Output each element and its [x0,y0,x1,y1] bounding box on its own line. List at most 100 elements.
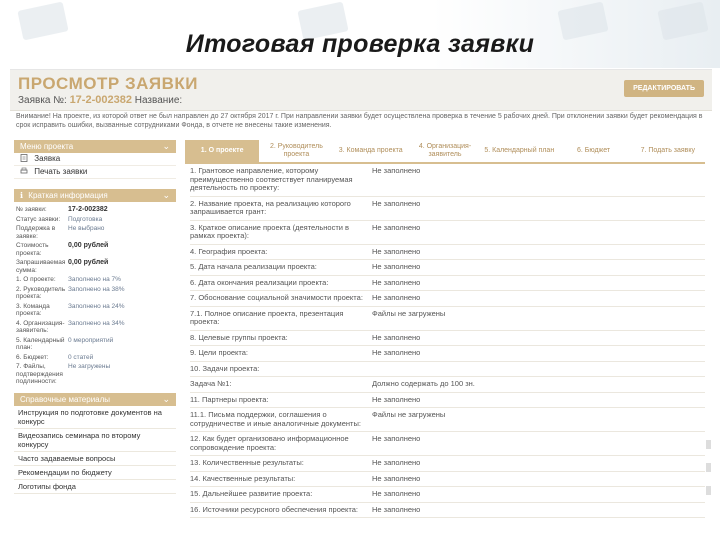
field-label: 1. Грантовое направление, которому преим… [190,166,353,192]
info-key: Статус заявки: [16,215,61,223]
menu-panel-title: Меню проекта [20,142,74,151]
field-value: Не заполнено [372,348,421,357]
info-key: Стоимость проекта: [16,242,49,257]
print-icon [20,167,28,174]
info-key: 7. Файлы, подтверждения подлинности: [16,363,63,385]
info-row: 7. Файлы, подтверждения подлинности: Не з… [14,362,176,387]
field-label: 8. Целевые группы проекта: [190,332,288,342]
info-row: № заявки: 17-2-002382 [14,205,176,215]
section-tabs: 1. О проекте 2. Руководитель проекта 3. Ко… [185,140,705,164]
field-label: 6. Дата окончания реализации проекта: [190,277,329,287]
tab-2[interactable]: 2. Руководитель проекта [259,140,333,162]
references-panel-header[interactable]: Справочные материалы ⌄ [14,392,176,406]
reference-link[interactable]: Рекомендации по бюджету [14,466,176,480]
application-label: Заявка №: [18,95,67,106]
form-row: 3. Краткое описание проекта (деятельност… [190,221,705,245]
menu-item-label: Заявка [34,154,61,163]
page-title: ПРОСМОТР ЗАЯВКИ [18,74,198,93]
field-value: Не заполнено [372,504,421,514]
form-row: 9. Цели проекта: Не заполнено [190,346,705,362]
slide-title: Итоговая проверка заявки [185,30,535,58]
field-label: 9. Цели проекта: [190,348,249,357]
scroll-marker[interactable] [706,463,711,472]
form-row: 14. Качественные результаты: Не заполнено [190,472,705,487]
info-list: № заявки: 17-2-002382 Статус заявки: Подгот… [14,202,176,393]
field-label: 11. Партнеры проекта: [190,394,269,404]
form-row: 8. Целевые группы проекта: Не заполнено [190,331,705,346]
menu-item-application[interactable]: Заявка [14,153,176,166]
tab-1[interactable]: 1. О проекте [185,140,260,162]
field-value: Файлы не загружены [372,308,446,318]
scroll-marker[interactable] [706,486,711,495]
field-label: 4. География проекта: [190,246,268,256]
menu-panel-header[interactable]: Меню проекта ⌄ [14,140,176,153]
form-row: 16. Источники ресурсного обеспечения про… [190,503,705,518]
field-label: 3. Краткое описание проекта (деятельност… [190,222,350,240]
tab-6[interactable]: 6. Бюджет [556,140,630,162]
info-value: 0,00 рублей [68,259,109,266]
field-value: Не заполнено [372,262,421,271]
info-key: № заявки: [16,206,47,213]
form-row: 10. Задачи проекта: [190,362,705,377]
field-value: Не заполнено [372,434,421,443]
edit-button[interactable]: РЕДАКТИРОВАТЬ [624,80,704,97]
info-value: Не загружены [68,363,111,370]
info-row: Стоимость проекта: 0,00 рублей [14,241,176,258]
scroll-marker[interactable] [706,440,711,449]
application-number: 17-2-002382 [69,94,132,106]
reference-link[interactable]: Логотипы фонда [14,480,176,494]
info-value: 0 мероприятий [68,336,114,344]
info-key: 4. Организация-заявитель: [16,319,65,335]
info-row: 1. О проекте: Заполнено на 7% [14,275,176,285]
info-row: 6. Бюджет: 0 статей [14,353,176,363]
info-value: Заполнено на 24% [68,302,125,310]
info-key: 3. Команда проекта: [16,302,50,318]
application-form: 1. Грантовое направление, которому преим… [190,164,705,518]
info-row: Статус заявки: Подготовка [14,215,176,225]
info-value: Заполнено на 38% [68,285,125,293]
form-row: 7. Обоснование социальной значимости про… [190,291,705,307]
field-value: Не заполнено [372,222,421,232]
field-value: Не заполнено [372,166,421,175]
field-label: 7. Обоснование социальной значимости про… [190,293,363,302]
tab-7[interactable]: 7. Подать заявку [631,140,705,162]
field-label: 12. Как будет организовано информационно… [190,434,349,452]
reference-link[interactable]: Часто задаваемые вопросы [14,452,176,466]
menu-item-print[interactable]: Печать заявки [14,166,176,179]
field-value: Файлы не загружены [372,410,446,419]
tab-4[interactable]: 4. Организация-заявитель [408,140,482,162]
form-row: 4. География проекта: Не заполнено [190,245,705,260]
field-label: 14. Качественные результаты: [190,473,296,483]
field-value: Не заполнено [372,198,421,208]
field-value: Должно содержать до 100 зн. [372,379,475,388]
info-value: Не выбрано [68,225,105,232]
form-row: 2. Название проекта, на реализацию котор… [190,197,705,221]
chevron-down-icon[interactable]: ⌄ [162,140,170,153]
field-label: 13. Количественные результаты: [190,458,304,467]
info-key: Запрашиваемая сумма: [16,259,66,274]
info-key: Поддержка в заявке: [16,225,56,240]
field-value: Не заполнено [372,489,421,498]
tab-3[interactable]: 3. Команда проекта [334,140,408,162]
chevron-down-icon[interactable]: ⌄ [162,189,170,202]
field-label: 2. Название проекта, на реализацию котор… [190,198,351,216]
chevron-down-icon[interactable]: ⌄ [162,393,170,406]
form-row: 13. Количественные результаты: Не заполне… [190,456,705,472]
info-row: 3. Команда проекта: Заполнено на 24% [14,302,176,319]
info-value: Заполнено на 34% [68,319,125,327]
info-value: 0,00 рублей [68,242,109,249]
info-key: 5. Календарный план: [16,336,65,352]
field-label: Задача №1: [190,379,232,388]
reference-link[interactable]: Видеозапись семинара по второму конкурсу [14,429,176,452]
field-value: Не заполнено [372,458,421,467]
tab-5[interactable]: 5. Календарный план [482,140,556,162]
info-row: 5. Календарный план: 0 мероприятий [14,336,176,353]
info-panel-header[interactable]: ℹ Краткая информация ⌄ [14,189,176,202]
form-row: 6. Дата окончания реализации проекта: Не … [190,276,705,291]
notice-text: Внимание! На проекте, из которой ответ н… [16,113,703,129]
info-value: 17-2-002382 [68,206,108,213]
info-key: 1. О проекте: [16,276,56,283]
reference-link[interactable]: Инструкция по подготовке документов на к… [14,406,176,429]
field-label: 7.1. Полное описание проекта, презентаци… [190,308,344,326]
info-value: Заполнено на 7% [68,276,121,283]
